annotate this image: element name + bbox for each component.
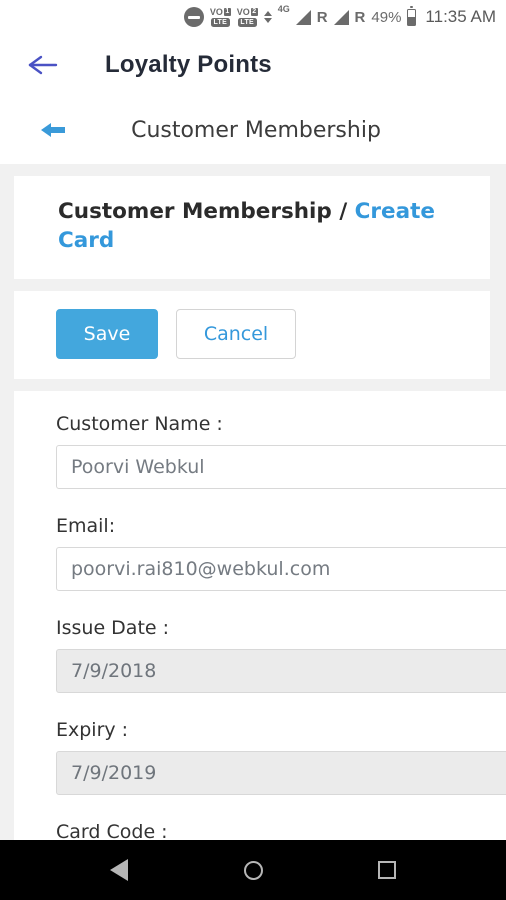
arrow-left-icon — [28, 55, 58, 75]
expiry-input[interactable]: 7/9/2019 — [56, 751, 506, 796]
sim2-volte-icon: VO 2 LTE — [236, 6, 258, 27]
sim1-volte-icon: VO 1 LTE — [209, 6, 231, 27]
page-header: Customer Membership — [0, 96, 506, 164]
breadcrumb-separator: / — [331, 199, 355, 224]
page-back-button[interactable] — [38, 119, 68, 141]
sim2-slot-number: 2 — [250, 8, 258, 16]
network-type-label: 4G — [277, 4, 290, 14]
nav-home-button[interactable] — [230, 847, 276, 893]
email-input[interactable]: poorvi.rai810@webkul.com — [56, 547, 506, 592]
signal-bars-icon-1 — [295, 9, 311, 25]
issue-date-input[interactable]: 7/9/2018 — [56, 649, 506, 694]
roaming-indicator-2: R — [354, 8, 366, 26]
action-button-row: Save Cancel — [14, 291, 490, 379]
sim2-volte-label: VO — [236, 6, 250, 17]
field-email: Email: poorvi.rai810@webkul.com — [56, 515, 506, 592]
expiry-label: Expiry : — [56, 719, 129, 742]
do-not-disturb-icon — [183, 7, 204, 27]
square-recents-icon — [378, 861, 396, 879]
status-bar-clock: 11:35 AM — [425, 7, 496, 26]
webview-content: Customer Membership Customer Membership … — [0, 96, 506, 840]
arrow-left-icon — [41, 123, 65, 137]
nav-recents-button[interactable] — [364, 847, 410, 893]
signal-bars-icon-2 — [333, 9, 349, 25]
app-toolbar: Loyalty Points — [0, 34, 506, 101]
field-expiry: Expiry : 7/9/2019 — [56, 719, 506, 796]
sim1-volte-label: VO — [209, 6, 223, 17]
customer-name-input[interactable]: Poorvi Webkul — [56, 445, 506, 490]
field-customer-name: Customer Name : Poorvi Webkul — [56, 413, 506, 490]
membership-form: Customer Name : Poorvi Webkul Email: poo… — [14, 391, 506, 840]
card-code-label: Card Code : — [56, 821, 168, 840]
roaming-indicator-1: R — [316, 8, 328, 26]
customer-name-label: Customer Name : — [56, 413, 223, 436]
form-card: Customer Name : Poorvi Webkul Email: poo… — [14, 391, 506, 840]
battery-icon — [407, 6, 417, 26]
page-title: Loyalty Points — [105, 51, 272, 78]
field-card-code: Card Code : ######## — [56, 821, 506, 840]
sim1-slot-number: 1 — [223, 8, 231, 16]
breadcrumb: Customer Membership / Create Card — [14, 176, 490, 279]
sim2-tech-label: LTE — [237, 17, 257, 27]
email-label: Email: — [56, 515, 116, 538]
status-bar: VO 1 LTE VO 2 LTE 4G R R 49% 11:35 AM — [0, 0, 506, 34]
cancel-button[interactable]: Cancel — [176, 309, 296, 360]
battery-percent-label: 49% — [371, 8, 402, 26]
circle-home-icon — [243, 860, 263, 880]
issue-date-label: Issue Date : — [56, 617, 170, 640]
sim1-tech-label: LTE — [211, 17, 230, 27]
actions-card: Save Cancel — [14, 291, 490, 380]
toolbar-back-button[interactable] — [26, 48, 60, 82]
data-transfer-arrows-icon — [263, 11, 272, 23]
save-button[interactable]: Save — [56, 309, 158, 360]
nav-back-button[interactable] — [96, 847, 142, 893]
breadcrumb-parent[interactable]: Customer Membership — [58, 199, 332, 224]
field-issue-date: Issue Date : 7/9/2018 — [56, 617, 506, 694]
triangle-back-icon — [110, 859, 128, 881]
breadcrumb-card: Customer Membership / Create Card — [14, 176, 490, 280]
android-navigation-bar — [0, 840, 506, 900]
page-header-title: Customer Membership — [131, 117, 381, 143]
